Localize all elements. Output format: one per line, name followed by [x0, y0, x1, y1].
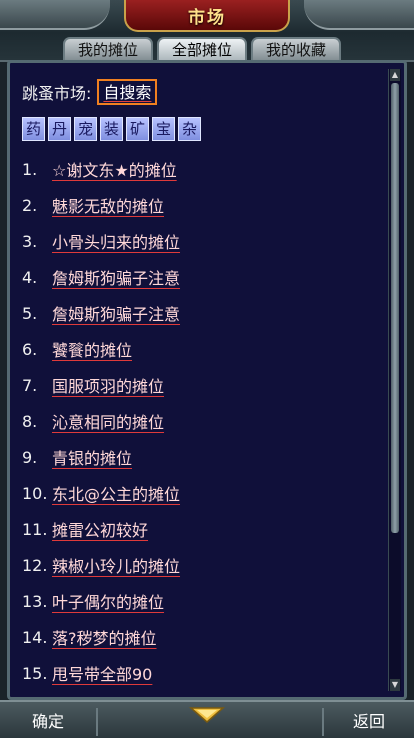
category-treasure[interactable]: 宝: [152, 117, 175, 141]
bottom-bar: 确定 返回: [0, 700, 414, 738]
title-plate: 市场: [124, 0, 290, 32]
back-button[interactable]: 返回: [322, 708, 414, 736]
frame-ornament-right: [304, 0, 414, 30]
category-pet[interactable]: 宠: [74, 117, 97, 141]
list-item: 6. 饕餮的摊位: [22, 331, 384, 367]
category-misc[interactable]: 杂: [178, 117, 201, 141]
stall-link[interactable]: 甩号带全部90: [52, 661, 152, 685]
item-number: 8.: [22, 411, 38, 431]
item-number: 3.: [22, 231, 38, 251]
top-frame: 市场 我的摊位 全部摊位 我的收藏: [0, 0, 414, 62]
scroll-down-icon[interactable]: ▼: [390, 679, 400, 691]
panel-content: 跳蚤市场: 自搜索 药 丹 宠 装 矿 宝 杂 1. ☆谢文东★的摊位 2. 魅影无…: [22, 77, 384, 697]
item-number: 9.: [22, 447, 38, 467]
scrollbar[interactable]: ▲ ▼: [388, 69, 401, 691]
list-item: 5. 詹姆斯狗骗子注意: [22, 295, 384, 331]
list-item: 12. 辣椒小玲儿的摊位: [22, 547, 384, 583]
market-panel: 跳蚤市场: 自搜索 药 丹 宠 装 矿 宝 杂 1. ☆谢文东★的摊位 2. 魅影无…: [7, 60, 407, 700]
tab-my-stall[interactable]: 我的摊位: [63, 37, 153, 61]
stall-link[interactable]: 詹姆斯狗骗子注意: [52, 265, 180, 289]
item-number: 5.: [22, 303, 38, 323]
list-item: 3. 小骨头归来的摊位: [22, 223, 384, 259]
stall-link[interactable]: 叶子偶尔的摊位: [52, 589, 164, 613]
list-item: 10. 东北@公主的摊位: [22, 475, 384, 511]
item-number: 12.: [22, 555, 48, 575]
item-number: 6.: [22, 339, 38, 359]
search-label: 跳蚤市场:: [22, 84, 92, 103]
stall-link[interactable]: 国服项羽的摊位: [52, 373, 164, 397]
chevron-down-icon[interactable]: [187, 706, 227, 726]
confirm-button[interactable]: 确定: [0, 708, 98, 736]
list-item: 7. 国服项羽的摊位: [22, 367, 384, 403]
tab-bar: 我的摊位 全部摊位 我的收藏: [63, 37, 341, 61]
item-number: 10.: [22, 483, 48, 503]
stall-link[interactable]: 饕餮的摊位: [52, 337, 132, 361]
stall-link[interactable]: 小骨头归来的摊位: [52, 229, 180, 253]
category-pill[interactable]: 丹: [48, 117, 71, 141]
stall-link[interactable]: ☆谢文东★的摊位: [52, 157, 177, 181]
category-medicine[interactable]: 药: [22, 117, 45, 141]
search-row: 跳蚤市场: 自搜索: [22, 77, 384, 107]
list-item: 14. 落?秽梦的摊位: [22, 619, 384, 655]
item-number: 14.: [22, 627, 48, 647]
stall-link[interactable]: 詹姆斯狗骗子注意: [52, 301, 180, 325]
item-number: 15.: [22, 663, 48, 683]
stall-link[interactable]: 东北@公主的摊位: [52, 481, 180, 505]
tab-all-stalls[interactable]: 全部摊位: [157, 37, 247, 61]
list-item: 13. 叶子偶尔的摊位: [22, 583, 384, 619]
stall-link[interactable]: 摊雷公初较好: [52, 517, 148, 541]
self-search-button[interactable]: 自搜索: [97, 79, 158, 105]
stall-link[interactable]: 辣椒小玲儿的摊位: [52, 553, 180, 577]
category-ore[interactable]: 矿: [126, 117, 149, 141]
list-item: 2. 魅影无敌的摊位: [22, 187, 384, 223]
stall-link[interactable]: 落?秽梦的摊位: [52, 625, 157, 649]
item-number: 1.: [22, 159, 38, 179]
stall-link[interactable]: 沁意相同的摊位: [52, 409, 164, 433]
item-number: 11.: [22, 519, 48, 539]
frame-ornament-left: [0, 0, 110, 30]
page-title: 市场: [188, 7, 226, 28]
category-equipment[interactable]: 装: [100, 117, 123, 141]
list-item: 8. 沁意相同的摊位: [22, 403, 384, 439]
category-bar: 药 丹 宠 装 矿 宝 杂: [22, 117, 384, 141]
item-number: 2.: [22, 195, 38, 215]
list-item: 1. ☆谢文东★的摊位: [22, 151, 384, 187]
list-item: 9. 青银的摊位: [22, 439, 384, 475]
stall-link[interactable]: 魅影无敌的摊位: [52, 193, 164, 217]
stall-link[interactable]: 青银的摊位: [52, 445, 132, 469]
list-item: 11. 摊雷公初较好: [22, 511, 384, 547]
scroll-up-icon[interactable]: ▲: [390, 69, 400, 81]
item-number: 4.: [22, 267, 38, 287]
item-number: 13.: [22, 591, 48, 611]
stall-list: 1. ☆谢文东★的摊位 2. 魅影无敌的摊位 3. 小骨头归来的摊位 4. 詹姆斯狗骗子…: [22, 151, 384, 691]
tab-my-favorites[interactable]: 我的收藏: [251, 37, 341, 61]
list-item: 4. 詹姆斯狗骗子注意: [22, 259, 384, 295]
scroll-thumb[interactable]: [391, 83, 399, 533]
list-item: 15. 甩号带全部90: [22, 655, 384, 691]
item-number: 7.: [22, 375, 38, 395]
